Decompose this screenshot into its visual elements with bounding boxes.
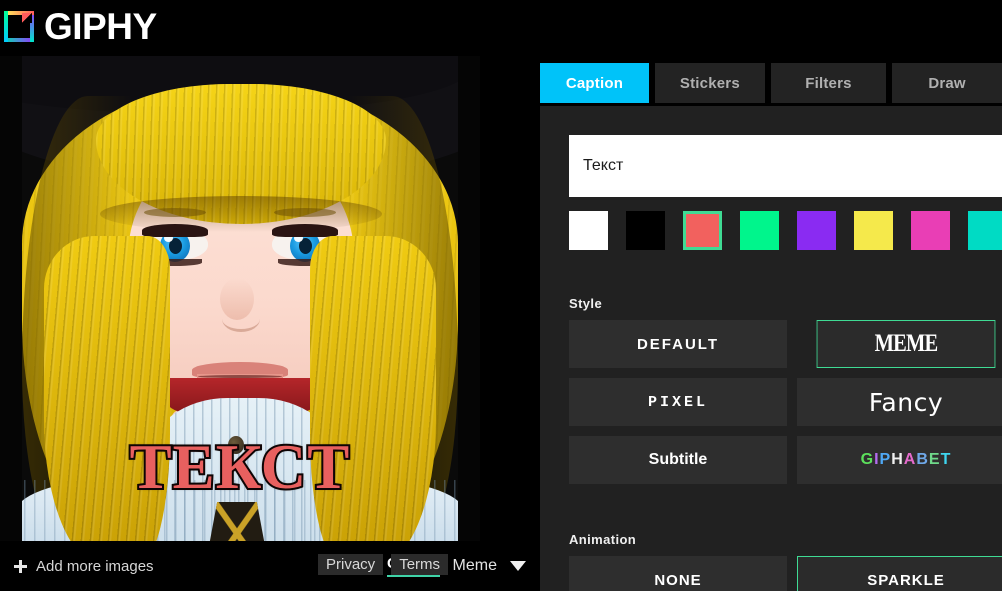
giphabet-letter: A (904, 451, 917, 469)
giphabet-letter: E (929, 451, 941, 469)
recaptcha-terms-link[interactable]: Terms (391, 554, 448, 575)
layout-mode-meme[interactable]: Meme (453, 557, 497, 575)
caption-panel-body: Style DEFAULT MEME PIXEL Fancy Subtitle … (540, 106, 1002, 591)
add-more-images-button[interactable]: Add more images (14, 558, 154, 575)
color-swatch-black[interactable] (626, 211, 665, 250)
style-option-subtitle[interactable]: Subtitle (569, 436, 787, 484)
chevron-down-icon[interactable] (510, 561, 526, 571)
style-option-fancy[interactable]: Fancy (797, 378, 1002, 426)
giphabet-letter: H (891, 451, 904, 469)
meme-text-overlay[interactable]: ТЕКСТ (0, 436, 480, 499)
tab-filters[interactable]: Filters (771, 63, 886, 103)
image-footer-bar: Add more images Classic Meme (0, 541, 540, 591)
style-option-default[interactable]: DEFAULT (569, 320, 787, 368)
animation-options-grid: NONE SPARKLE (569, 556, 1002, 591)
tab-draw[interactable]: Draw (892, 63, 1002, 103)
color-swatch-yellow[interactable] (854, 211, 893, 250)
caption-text-input[interactable] (569, 135, 1002, 197)
color-swatch-white[interactable] (569, 211, 608, 250)
color-swatch-row (569, 211, 1002, 250)
style-section-label: Style (569, 296, 602, 311)
giphy-meme-editor: GIPHY (0, 0, 1002, 591)
editor-tabs: Caption Stickers Filters Draw (540, 63, 1002, 103)
brand-wordmark: GIPHY (44, 8, 157, 45)
tab-stickers[interactable]: Stickers (655, 63, 765, 103)
color-swatch-pink[interactable] (911, 211, 950, 250)
editor-panel: Caption Stickers Filters Draw Style DEFA… (540, 0, 1002, 591)
giphabet-letter: B (916, 451, 929, 469)
recaptcha-privacy-link[interactable]: Privacy (318, 554, 383, 575)
style-options-grid: DEFAULT MEME PIXEL Fancy Subtitle GIPHAB… (569, 320, 1002, 484)
color-swatch-teal[interactable] (968, 211, 1002, 250)
color-swatch-red[interactable] (683, 211, 722, 250)
giphy-logo-icon (4, 11, 34, 42)
giphabet-letter: T (941, 451, 952, 469)
giphabet-letter: P (880, 451, 892, 469)
giphabet-letter: G (861, 451, 874, 469)
animation-option-sparkle[interactable]: SPARKLE (797, 556, 1002, 591)
color-swatch-green[interactable] (740, 211, 779, 250)
animation-option-none[interactable]: NONE (569, 556, 787, 591)
color-swatch-purple[interactable] (797, 211, 836, 250)
image-preview-pane[interactable]: ТЕКСТ (0, 56, 480, 541)
add-more-images-label: Add more images (36, 558, 154, 575)
plus-icon (14, 560, 27, 573)
style-option-giphabet[interactable]: GIPHABET (797, 436, 1002, 484)
recaptcha-links: Privacy Terms (318, 554, 448, 575)
style-option-pixel[interactable]: PIXEL (569, 378, 787, 426)
animation-section-label: Animation (569, 532, 636, 547)
tab-caption[interactable]: Caption (540, 63, 649, 103)
style-option-meme[interactable]: MEME (817, 320, 996, 368)
giphy-home-link[interactable]: GIPHY (0, 8, 157, 45)
